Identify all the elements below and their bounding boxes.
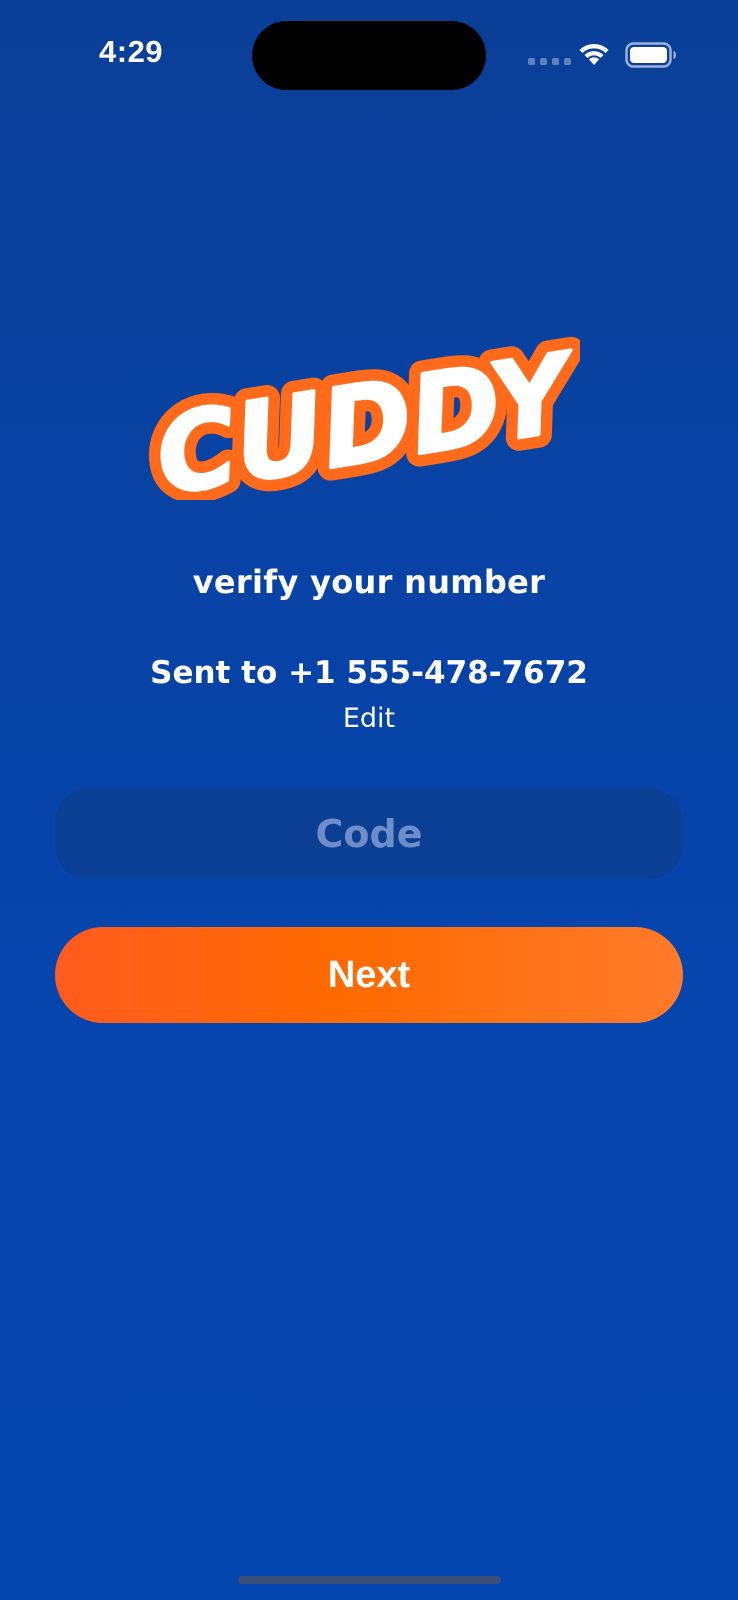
edit-phone-link[interactable]: Edit xyxy=(0,703,738,734)
status-bar-time: 4:29 xyxy=(99,34,164,69)
home-indicator[interactable] xyxy=(238,1576,501,1584)
battery-icon xyxy=(625,42,676,68)
svg-text:CUDDY: CUDDY xyxy=(148,330,580,500)
page-subtitle: verify your number xyxy=(192,563,546,601)
sent-to-phone-number: Sent to +1 555-478-7672 xyxy=(150,655,588,691)
cellular-signal-icon xyxy=(528,58,571,65)
dynamic-island xyxy=(252,21,486,90)
verification-code-input[interactable] xyxy=(55,788,683,879)
next-button[interactable]: Next xyxy=(55,927,683,1023)
cuddy-logo: CUDDY CUDDY xyxy=(148,330,580,500)
wifi-icon xyxy=(579,43,609,65)
